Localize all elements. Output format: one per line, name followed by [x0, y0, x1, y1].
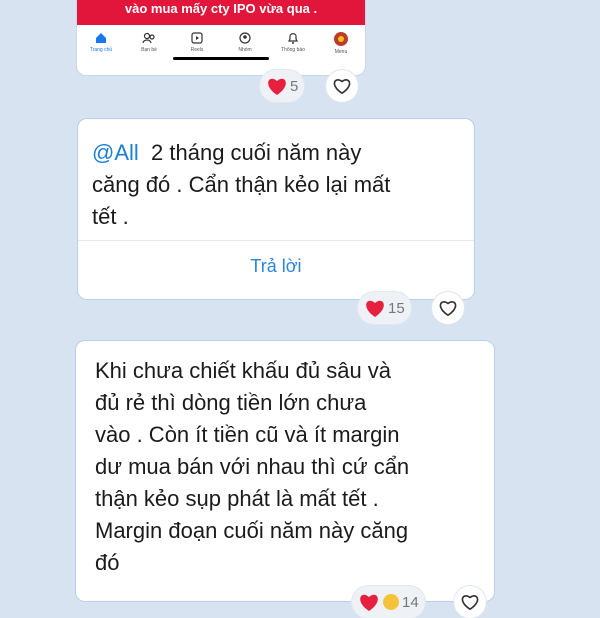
message-text: Khi chưa chiết khấu đủ sâu và đủ rẻ thì …	[95, 355, 487, 579]
heart-icon	[366, 300, 384, 317]
message-line: căng đó . Cẩn thận kẻo lại mất	[92, 172, 391, 197]
message-line: đủ rẻ thì dòng tiền lớn chưa	[95, 390, 367, 415]
heart-outline-icon	[333, 79, 351, 95]
friends-icon	[142, 32, 155, 44]
like-button[interactable]	[432, 292, 464, 324]
nav-label: Bạn bè	[141, 47, 157, 53]
message-line: dư mua bán với nhau thì cứ cẩn	[95, 454, 410, 479]
heart-icon	[268, 78, 286, 95]
nav-menu: Menu	[321, 27, 361, 55]
nav-label: Trang chủ	[89, 47, 113, 53]
divider	[78, 240, 474, 241]
message-line: tết .	[92, 204, 129, 229]
nav-label: Thông báo	[281, 47, 305, 53]
message-line: Khi chưa chiết khấu đủ sâu và	[95, 358, 392, 383]
home-indicator	[173, 57, 269, 60]
message-text: @All 2 tháng cuối năm này căng đó . Cẩn …	[92, 137, 462, 233]
nav-label: Nhóm	[238, 47, 252, 53]
heart-outline-icon	[461, 595, 479, 611]
message-line: thận kẻo sụp phát là mất tết .	[95, 486, 379, 511]
like-button[interactable]	[326, 70, 358, 102]
nav-reels: Reels	[177, 27, 217, 53]
embedded-screenshot: vào mua mấy cty IPO vừa qua . Trang chủ …	[76, 0, 366, 76]
screenshot-banner: vào mua mấy cty IPO vừa qua .	[77, 0, 365, 25]
message-line: Margin đoạn cuối năm này căng	[95, 518, 409, 543]
nav-groups: Nhóm	[225, 27, 265, 53]
nav-friends: Bạn bè	[129, 27, 169, 53]
mention-all[interactable]: @All	[92, 140, 139, 165]
message-bubble: @All 2 tháng cuối năm này căng đó . Cẩn …	[77, 118, 475, 300]
reaction-pill[interactable]: 14	[352, 586, 425, 618]
nav-label: Menu	[334, 49, 348, 55]
reels-icon	[191, 32, 203, 44]
reaction-count: 5	[290, 77, 299, 95]
reply-button[interactable]: Trả lời	[78, 256, 474, 277]
reaction-count: 14	[402, 593, 419, 611]
message-line: đó	[95, 550, 120, 575]
groups-icon	[239, 32, 251, 44]
sad-icon	[383, 594, 399, 610]
nav-home: Trang chủ	[81, 27, 121, 53]
heart-outline-icon	[439, 301, 457, 317]
nav-label: Reels	[190, 47, 204, 53]
reaction-pill[interactable]: 15	[358, 292, 411, 324]
like-button[interactable]	[454, 586, 486, 618]
message-line: @All 2 tháng cuối năm này	[92, 137, 462, 169]
heart-icon	[360, 594, 378, 611]
screenshot-nav-bar: Trang chủ Bạn bè Reels Nhóm Thông báo Me…	[77, 27, 365, 61]
nav-notifications: Thông báo	[273, 27, 313, 53]
reaction-pill[interactable]: 5	[260, 70, 305, 102]
home-icon	[96, 33, 106, 43]
avatar-icon	[334, 32, 348, 46]
message-line: vào . Còn ít tiền cũ và ít margin	[95, 422, 400, 447]
reaction-count: 15	[388, 299, 405, 317]
message-bubble: Khi chưa chiết khấu đủ sâu và đủ rẻ thì …	[75, 340, 495, 602]
bell-icon	[288, 33, 298, 44]
message-line-text: 2 tháng cuối năm này	[151, 140, 362, 165]
